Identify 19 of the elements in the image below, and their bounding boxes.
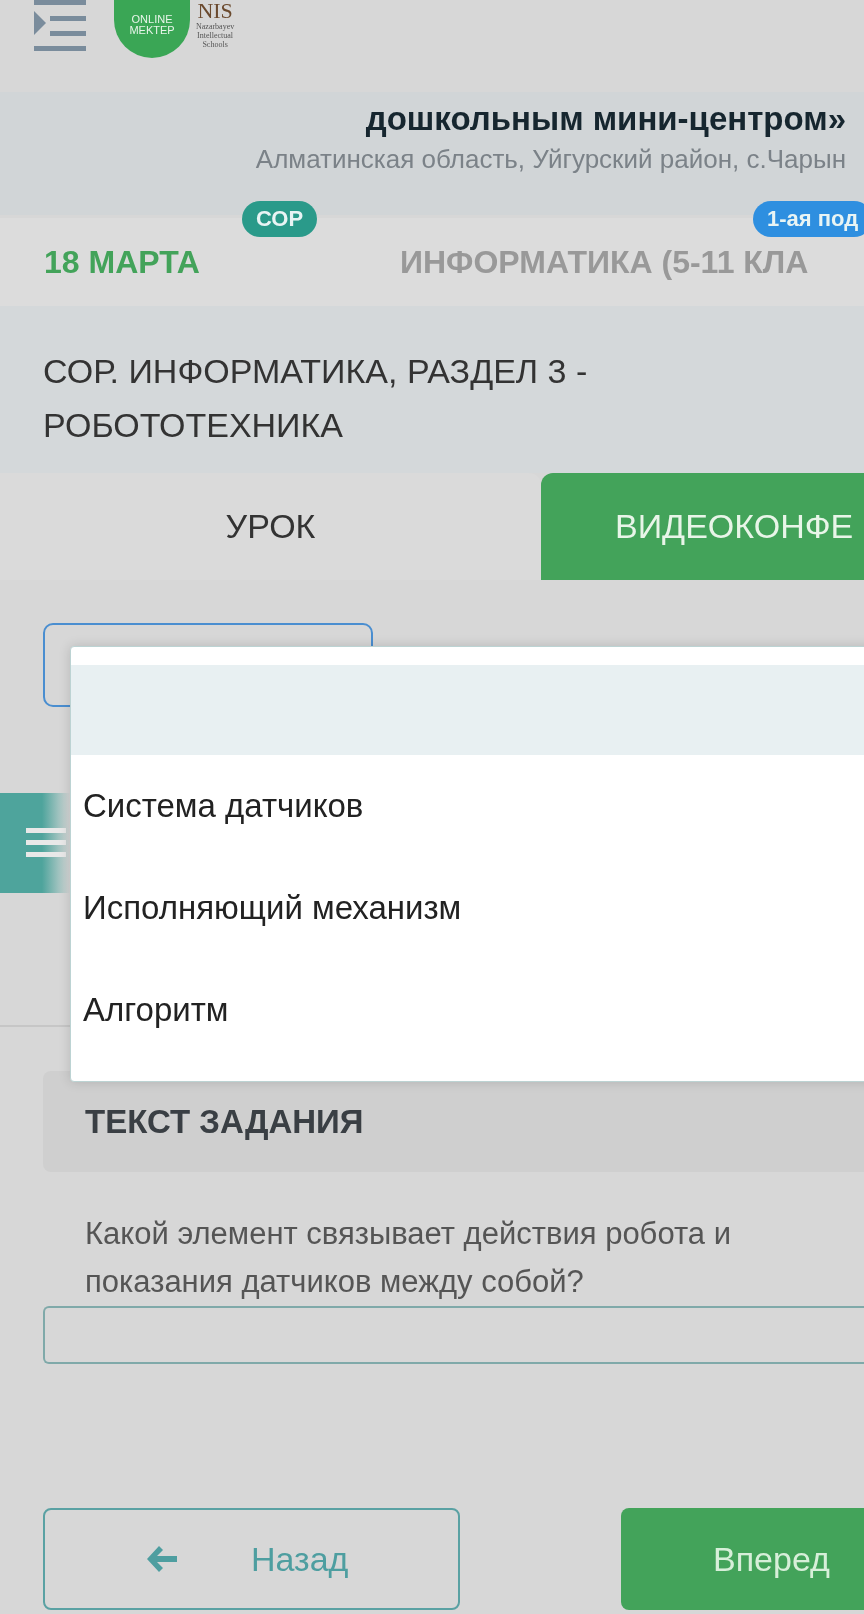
dropdown-option[interactable]: Система датчиков bbox=[71, 755, 864, 857]
partner-logo: NIS Nazarbayev Intellectual Schools bbox=[196, 0, 235, 49]
menu-icon[interactable] bbox=[34, 0, 86, 52]
side-handle[interactable] bbox=[0, 793, 70, 893]
assessment-badge: СОР bbox=[242, 201, 318, 237]
menu-icon bbox=[26, 828, 66, 858]
question-text: Какой элемент связывает действия робота и показания датчиков между собой? bbox=[85, 1215, 732, 1301]
arrow-left-icon bbox=[145, 1544, 179, 1574]
task-heading: ТЕКСТ ЗАДАНИЯ bbox=[85, 1102, 364, 1141]
school-location: Алматинская область, Уйгурский район, с.Чарын bbox=[255, 144, 846, 175]
answer-field[interactable] bbox=[43, 1306, 864, 1364]
subject-name: ИНФОРМАТИКА (5-11 КЛА bbox=[400, 243, 809, 281]
dropdown-option[interactable]: Алгоритм bbox=[71, 959, 864, 1061]
group-badge: 1-ая под bbox=[753, 201, 864, 237]
lesson-title: СОР. ИНФОРМАТИКА, РАЗДЕЛ 3 - РОБОТОТЕХНИКА bbox=[43, 351, 589, 446]
school-name: дошкольным мини-центром» bbox=[365, 100, 846, 138]
lesson-date: 18 МАРТА bbox=[44, 243, 201, 281]
logo: ONLINE MEKTEP bbox=[114, 0, 190, 58]
dropdown-option[interactable]: Исполняющий механизм bbox=[71, 857, 864, 959]
